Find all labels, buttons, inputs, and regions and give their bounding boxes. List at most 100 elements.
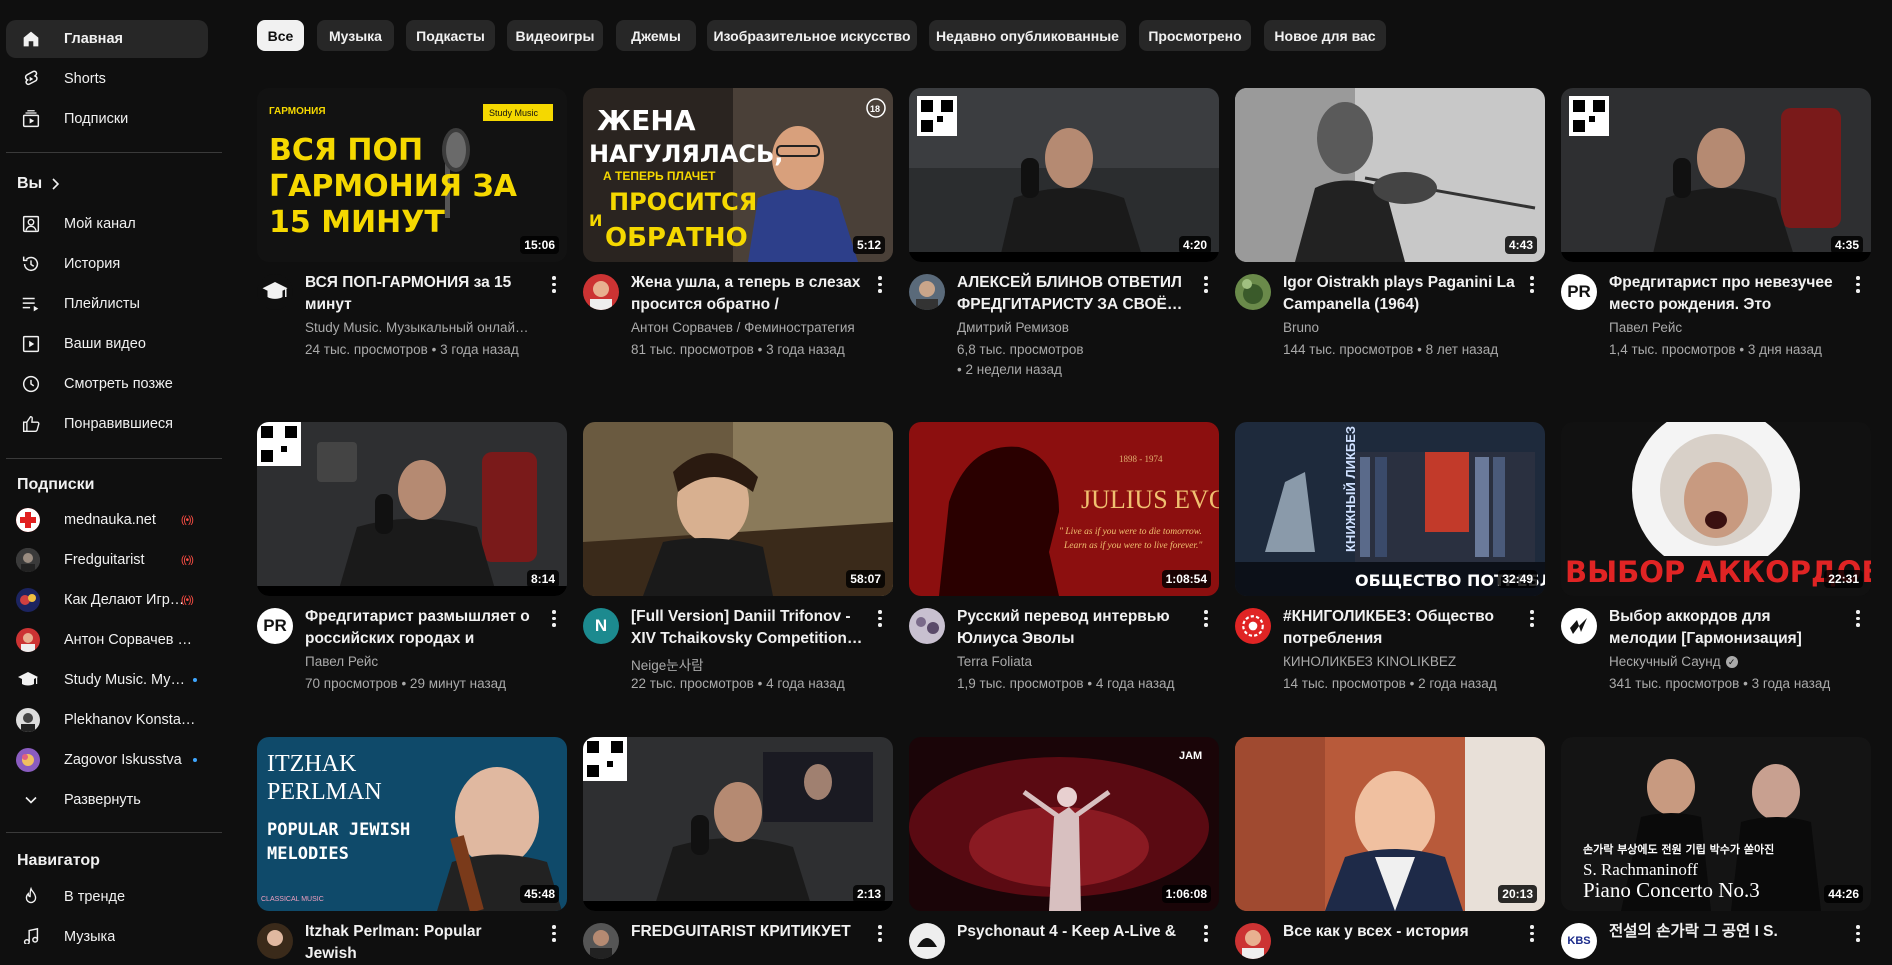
channel-avatar[interactable]: [257, 274, 293, 310]
more-actions-icon[interactable]: [877, 925, 883, 945]
video-thumbnail[interactable]: 58:07: [583, 422, 893, 596]
channel-name[interactable]: Study Music. Музыкальный онлай…: [305, 320, 537, 335]
channel-name[interactable]: Дмитрий Ремизов: [957, 320, 1189, 335]
video-thumbnail[interactable]: JAM 1:06:08: [909, 737, 1219, 911]
video-title[interactable]: Фредгитарист про невезучее место рождени…: [1609, 272, 1841, 316]
channel-avatar[interactable]: [1235, 608, 1271, 644]
chip-recently-uploaded[interactable]: Недавно опубликованные: [929, 20, 1126, 51]
video-thumbnail[interactable]: 4:20: [909, 88, 1219, 262]
sidebar-sub-kak-delayut[interactable]: Как Делают Игр… ((•)): [6, 581, 208, 619]
chip-fine-art[interactable]: Изобразительное искусство: [707, 20, 917, 51]
more-actions-icon[interactable]: [877, 276, 883, 296]
video-card[interactable]: ВЫБОР АККОРДОВ 22:31 Выбор аккордов для …: [1561, 422, 1871, 691]
sidebar-item-trending[interactable]: В тренде: [6, 878, 208, 916]
video-title[interactable]: #КНИГОЛИКБЕЗ: Общество потребления: [1283, 606, 1515, 650]
sidebar-item-music[interactable]: Музыка: [6, 918, 208, 944]
channel-name[interactable]: КИНОЛИКБЕЗ KINOLIKBEZ: [1283, 654, 1515, 669]
more-actions-icon[interactable]: [551, 925, 557, 945]
video-card[interactable]: JAM 1:06:08 Psychonaut 4 - Keep A-Live &: [909, 737, 1219, 959]
video-title[interactable]: FREDGUITARIST КРИТИКУЕТ: [631, 921, 863, 943]
channel-name[interactable]: Bruno: [1283, 320, 1515, 335]
channel-avatar[interactable]: [257, 923, 293, 959]
channel-avatar[interactable]: [1235, 923, 1271, 959]
video-title[interactable]: Выбор аккордов для мелодии [Гармонизация…: [1609, 606, 1841, 650]
sidebar-item-your-videos[interactable]: Ваши видео: [6, 325, 208, 363]
more-actions-icon[interactable]: [1529, 276, 1535, 296]
video-title[interactable]: Русский перевод интервью Юлиуса Эволы: [957, 606, 1189, 650]
video-card[interactable]: 4:43 Igor Oistrakh plays Paganini La Cam…: [1235, 88, 1545, 357]
video-card[interactable]: ГАРМОНИЯ Study Music ВСЯ ПОП ГАРМОНИЯ ЗА…: [257, 88, 567, 357]
channel-avatar[interactable]: [909, 274, 945, 310]
video-title[interactable]: Жена ушла, а теперь в слезах просится об…: [631, 272, 863, 316]
sidebar-item-playlists[interactable]: Плейлисты: [6, 285, 208, 323]
video-title[interactable]: 전설의 손가락 그 공연 I S.: [1609, 921, 1841, 943]
channel-avatar[interactable]: N: [583, 608, 619, 644]
video-thumbnail[interactable]: КНИЖНЫЙ ЛИКБЕЗ ОБЩЕСТВО ПОТРЕБЛ 32:49: [1235, 422, 1545, 596]
chip-all[interactable]: Все: [257, 20, 304, 51]
sidebar-item-watch-later[interactable]: Смотреть позже: [6, 365, 208, 403]
video-card[interactable]: 8:14 PR Фредгитарист размышляет о россий…: [257, 422, 567, 691]
more-actions-icon[interactable]: [877, 610, 883, 630]
more-actions-icon[interactable]: [1529, 610, 1535, 630]
video-card[interactable]: КНИЖНЫЙ ЛИКБЕЗ ОБЩЕСТВО ПОТРЕБЛ 32:49 #К…: [1235, 422, 1545, 691]
channel-avatar[interactable]: [583, 274, 619, 310]
video-thumbnail[interactable]: ВЫБОР АККОРДОВ 22:31: [1561, 422, 1871, 596]
more-actions-icon[interactable]: [1203, 610, 1209, 630]
channel-avatar[interactable]: [583, 923, 619, 959]
more-actions-icon[interactable]: [551, 610, 557, 630]
channel-name[interactable]: Антон Сорвачев / Феминостратегия: [631, 320, 863, 335]
sidebar-sub-zagovor[interactable]: Zagovor Iskusstva: [6, 741, 208, 779]
sidebar-item-history[interactable]: История: [6, 245, 208, 283]
channel-avatar[interactable]: [1235, 274, 1271, 310]
sidebar-sub-mednauka[interactable]: mednauka.net ((•)): [6, 501, 208, 539]
channel-name[interactable]: Terra Foliata: [957, 654, 1189, 669]
video-title[interactable]: Фредгитарист размышляет о российских гор…: [305, 606, 537, 650]
video-thumbnail[interactable]: 4:43: [1235, 88, 1545, 262]
more-actions-icon[interactable]: [1855, 276, 1861, 296]
video-card[interactable]: ЖЕНА НАГУЛЯЛАСЬ, А ТЕПЕРЬ ПЛАЧЕТ ПРОСИТС…: [583, 88, 893, 357]
video-card[interactable]: 손가락 부상에도 전원 기립 박수가 쏟아진 S. Rachmaninoff P…: [1561, 737, 1871, 959]
sidebar-you-heading[interactable]: Вы: [6, 165, 208, 203]
chip-podcasts[interactable]: Подкасты: [406, 20, 495, 51]
sidebar-sub-plekhanov[interactable]: Plekhanov Konstan…: [6, 701, 208, 739]
sidebar-item-shorts[interactable]: Shorts: [6, 60, 208, 98]
video-card[interactable]: 2:13 FREDGUITARIST КРИТИКУЕТ: [583, 737, 893, 959]
video-card[interactable]: 1898 - 1974 JULIUS EVOLA " Live as if yo…: [909, 422, 1219, 691]
more-actions-icon[interactable]: [1529, 925, 1535, 945]
sidebar-item-my-channel[interactable]: Мой канал: [6, 205, 208, 243]
video-title[interactable]: [Full Version] Daniil Trifonov - XIV Tch…: [631, 606, 863, 650]
channel-avatar[interactable]: [909, 608, 945, 644]
channel-avatar[interactable]: PR: [1561, 274, 1597, 310]
chip-new-for-you[interactable]: Новое для вас: [1264, 20, 1386, 51]
video-thumbnail[interactable]: ГАРМОНИЯ Study Music ВСЯ ПОП ГАРМОНИЯ ЗА…: [257, 88, 567, 262]
sidebar-item-liked[interactable]: Понравившиеся: [6, 405, 208, 443]
sidebar-item-home[interactable]: Главная: [6, 20, 208, 58]
more-actions-icon[interactable]: [551, 276, 557, 296]
channel-avatar[interactable]: PR: [257, 608, 293, 644]
channel-avatar[interactable]: KBS: [1561, 923, 1597, 959]
channel-name[interactable]: Павел Рейс: [1609, 320, 1841, 335]
video-card[interactable]: 20:13 Все как у всех - история: [1235, 737, 1545, 959]
video-title[interactable]: АЛЕКСЕЙ БЛИНОВ ОТВЕТИЛ ФРЕДГИТАРИСТУ ЗА …: [957, 272, 1189, 316]
channel-avatar[interactable]: [1561, 608, 1597, 644]
channel-avatar[interactable]: [909, 923, 945, 959]
chip-music[interactable]: Музыка: [317, 20, 394, 51]
chip-watched[interactable]: Просмотрено: [1139, 20, 1251, 51]
more-actions-icon[interactable]: [1855, 925, 1861, 945]
channel-name[interactable]: Павел Рейс: [305, 654, 537, 669]
video-title[interactable]: Igor Oistrakh plays Paganini La Campanel…: [1283, 272, 1515, 316]
sidebar-item-subscriptions[interactable]: Подписки: [6, 100, 208, 138]
more-actions-icon[interactable]: [1203, 925, 1209, 945]
channel-name[interactable]: Neige눈사람: [631, 654, 863, 674]
sidebar-sub-study-music[interactable]: Study Music. Му…: [6, 661, 208, 699]
chip-jams[interactable]: Джемы: [616, 20, 696, 51]
video-thumbnail[interactable]: ЖЕНА НАГУЛЯЛАСЬ, А ТЕПЕРЬ ПЛАЧЕТ ПРОСИТС…: [583, 88, 893, 262]
more-actions-icon[interactable]: [1203, 276, 1209, 296]
sidebar-expand-button[interactable]: Развернуть: [6, 781, 208, 819]
channel-name[interactable]: Нескучный Саунд ✓: [1609, 654, 1841, 669]
video-card[interactable]: 58:07 N [Full Version] Daniil Trifonov -…: [583, 422, 893, 691]
video-thumbnail[interactable]: ITZHAK PERLMAN POPULAR JEWISH MELODIES C…: [257, 737, 567, 911]
sidebar-sub-fredguitarist[interactable]: Fredguitarist ((•)): [6, 541, 208, 579]
video-card[interactable]: 4:20 АЛЕКСЕЙ БЛИНОВ ОТВЕТИЛ ФРЕДГИТАРИСТ…: [909, 88, 1219, 377]
video-thumbnail[interactable]: 8:14: [257, 422, 567, 596]
